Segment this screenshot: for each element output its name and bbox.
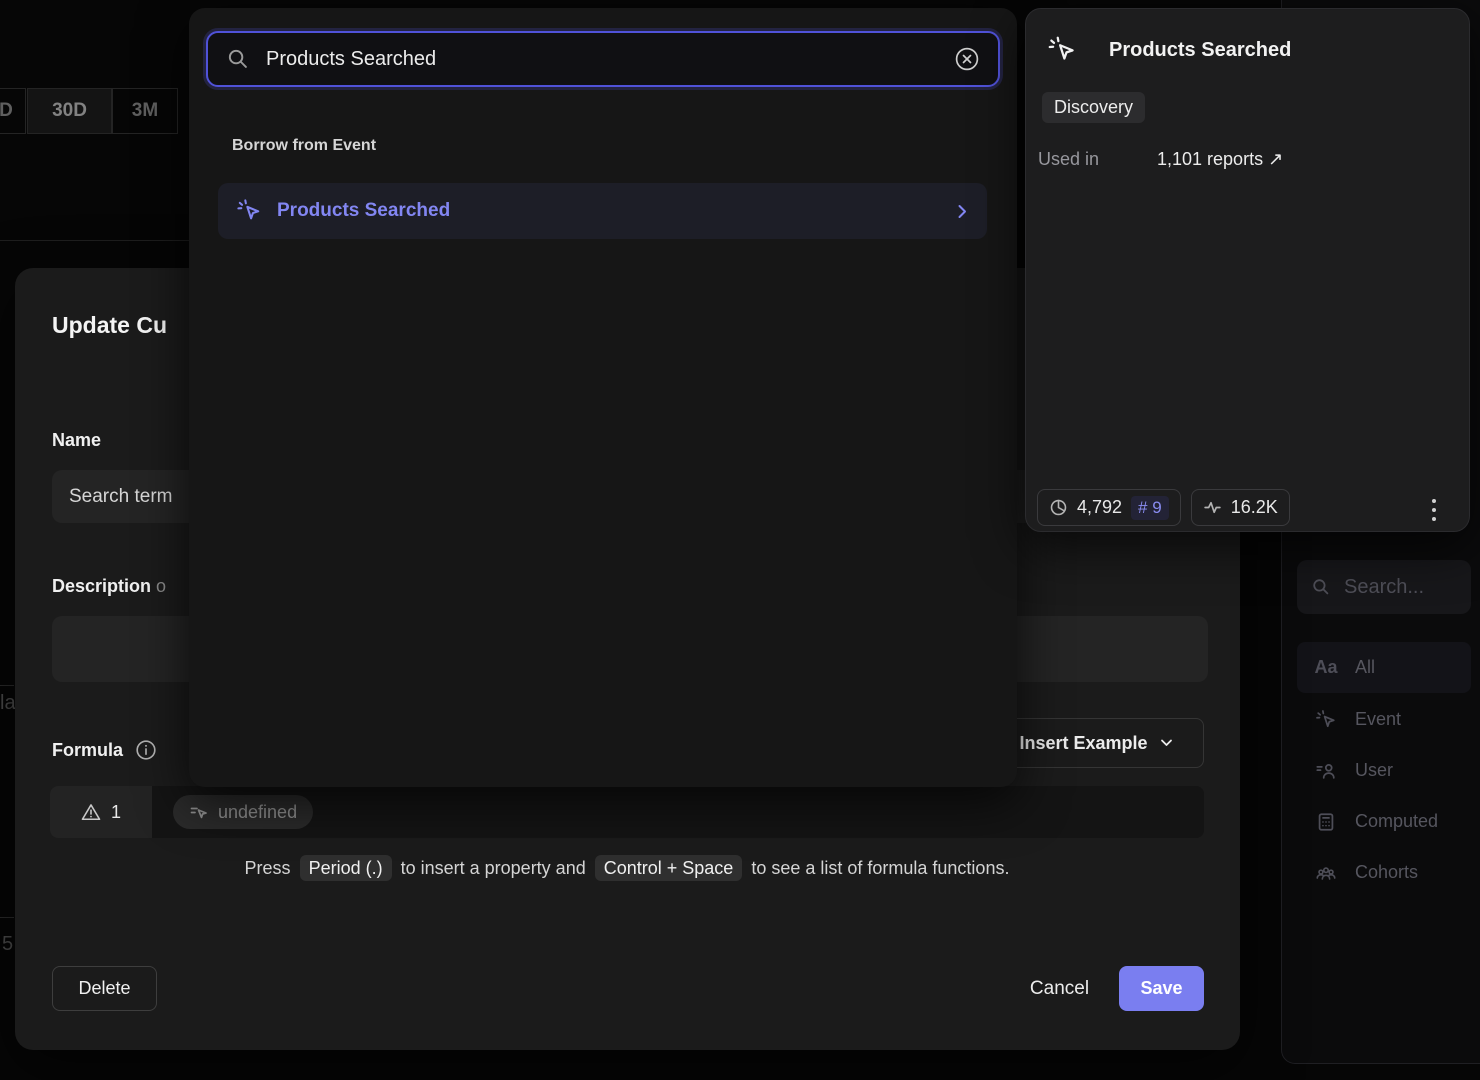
external-link-icon: ↗ <box>1268 149 1283 169</box>
formula-token-label: undefined <box>218 802 297 823</box>
sidebar-search-input[interactable] <box>1342 575 1457 600</box>
kbd-period: Period (.) <box>300 855 392 881</box>
clear-icon[interactable] <box>954 46 980 72</box>
sidebar-item-all[interactable]: Aa All <box>1297 642 1471 693</box>
info-icon[interactable] <box>135 739 157 761</box>
description-optional-fragment: o <box>156 576 166 596</box>
used-in-reports-count: 1,101 reports <box>1157 149 1263 169</box>
event-count-value: 4,792 <box>1077 497 1122 518</box>
time-range-3m[interactable]: 3M <box>112 88 178 134</box>
time-range-7d-label: D <box>0 100 13 122</box>
app-screen: D 30D 3M lay 5 Aa All <box>0 0 1480 1080</box>
sidebar-search-box[interactable] <box>1297 560 1471 614</box>
event-icon <box>236 198 262 224</box>
search-icon <box>226 47 250 71</box>
time-range-3m-label: 3M <box>132 100 158 122</box>
background-axis-fragment: 5 <box>2 933 13 956</box>
time-range-30d[interactable]: 30D <box>27 88 112 134</box>
event-search-dropdown: Borrow from Event Products Searched <box>189 8 1017 787</box>
event-stats-row: 4,792 # 9 16.2K <box>1037 489 1290 526</box>
event-icon <box>1314 709 1338 731</box>
background-tick-1 <box>0 685 14 686</box>
formula-input[interactable]: 1 undefined <box>50 786 1204 838</box>
event-details-popover: Products Searched Discovery Used in 1,10… <box>1025 8 1470 532</box>
sidebar-item-event[interactable]: Event <box>1297 694 1471 745</box>
search-icon <box>1311 577 1331 597</box>
sidebar-item-label: All <box>1355 657 1375 678</box>
kebab-menu-icon[interactable] <box>1431 497 1437 523</box>
borrow-from-event-header: Borrow from Event <box>232 137 376 155</box>
popover-title: Products Searched <box>1109 39 1291 62</box>
time-range-30d-label: 30D <box>52 100 87 122</box>
description-label-text: Description <box>52 576 151 596</box>
hint-mid: to insert a property and <box>401 858 586 878</box>
save-button[interactable]: Save <box>1119 966 1204 1011</box>
hint-press: Press <box>245 858 291 878</box>
background-divider <box>0 240 190 241</box>
event-rank-badge: # 9 <box>1131 496 1169 520</box>
sidebar-item-label: Computed <box>1355 811 1438 832</box>
event-icon <box>1047 35 1077 65</box>
event-volume-pill[interactable]: 16.2K <box>1191 489 1290 526</box>
calculator-icon <box>1314 811 1338 833</box>
sidebar-item-label: Event <box>1355 709 1401 730</box>
modal-title: Update Cu <box>52 312 167 339</box>
chevron-right-icon <box>958 204 967 219</box>
name-label: Name <box>52 430 101 451</box>
description-label: Description o <box>52 576 166 597</box>
event-result-label: Products Searched <box>277 200 943 222</box>
formula-error-count: 1 <box>111 802 121 823</box>
insert-example-button[interactable]: Insert Example <box>988 718 1204 768</box>
user-icon <box>1314 760 1338 782</box>
hint-tail: to see a list of formula functions. <box>751 858 1009 878</box>
activity-pulse-icon <box>1203 498 1222 517</box>
delete-button[interactable]: Delete <box>52 966 157 1011</box>
category-badge: Discovery <box>1042 92 1145 123</box>
sidebar-item-user[interactable]: User <box>1297 745 1471 796</box>
insert-example-label: Insert Example <box>1019 733 1147 754</box>
used-in-label: Used in <box>1038 149 1157 170</box>
used-in-reports-link[interactable]: 1,101 reports ↗ <box>1157 149 1283 170</box>
kbd-control-space: Control + Space <box>595 855 743 881</box>
formula-label: Formula <box>52 740 123 761</box>
sidebar-item-label: Cohorts <box>1355 862 1418 883</box>
sidebar-item-label: User <box>1355 760 1393 781</box>
event-volume-value: 16.2K <box>1231 497 1278 518</box>
sidebar-item-computed[interactable]: Computed <box>1297 796 1471 847</box>
aa-icon: Aa <box>1314 657 1338 678</box>
formula-error-badge: 1 <box>50 786 152 838</box>
chevron-down-icon <box>1160 739 1173 747</box>
used-in-row: Used in 1,101 reports ↗ <box>1038 149 1283 170</box>
formula-label-row: Formula <box>52 739 157 761</box>
formula-hint: Press Period (.) to insert a property an… <box>50 858 1204 879</box>
formula-token-chip[interactable]: undefined <box>173 795 313 829</box>
pie-chart-icon <box>1049 498 1068 517</box>
popover-title-row: Products Searched <box>1047 35 1291 65</box>
sidebar-item-cohorts[interactable]: Cohorts <box>1297 847 1471 898</box>
custom-event-icon <box>189 802 209 822</box>
background-tick-2 <box>0 917 14 918</box>
event-result-products-searched[interactable]: Products Searched <box>218 183 987 239</box>
time-range-7d-partial[interactable]: D <box>0 88 26 134</box>
event-search-input[interactable] <box>264 47 940 72</box>
event-count-pill[interactable]: 4,792 # 9 <box>1037 489 1181 526</box>
warning-icon <box>81 802 101 822</box>
cancel-button[interactable]: Cancel <box>1002 966 1117 1011</box>
cohorts-icon <box>1314 862 1338 884</box>
event-search-box[interactable] <box>206 31 1000 87</box>
